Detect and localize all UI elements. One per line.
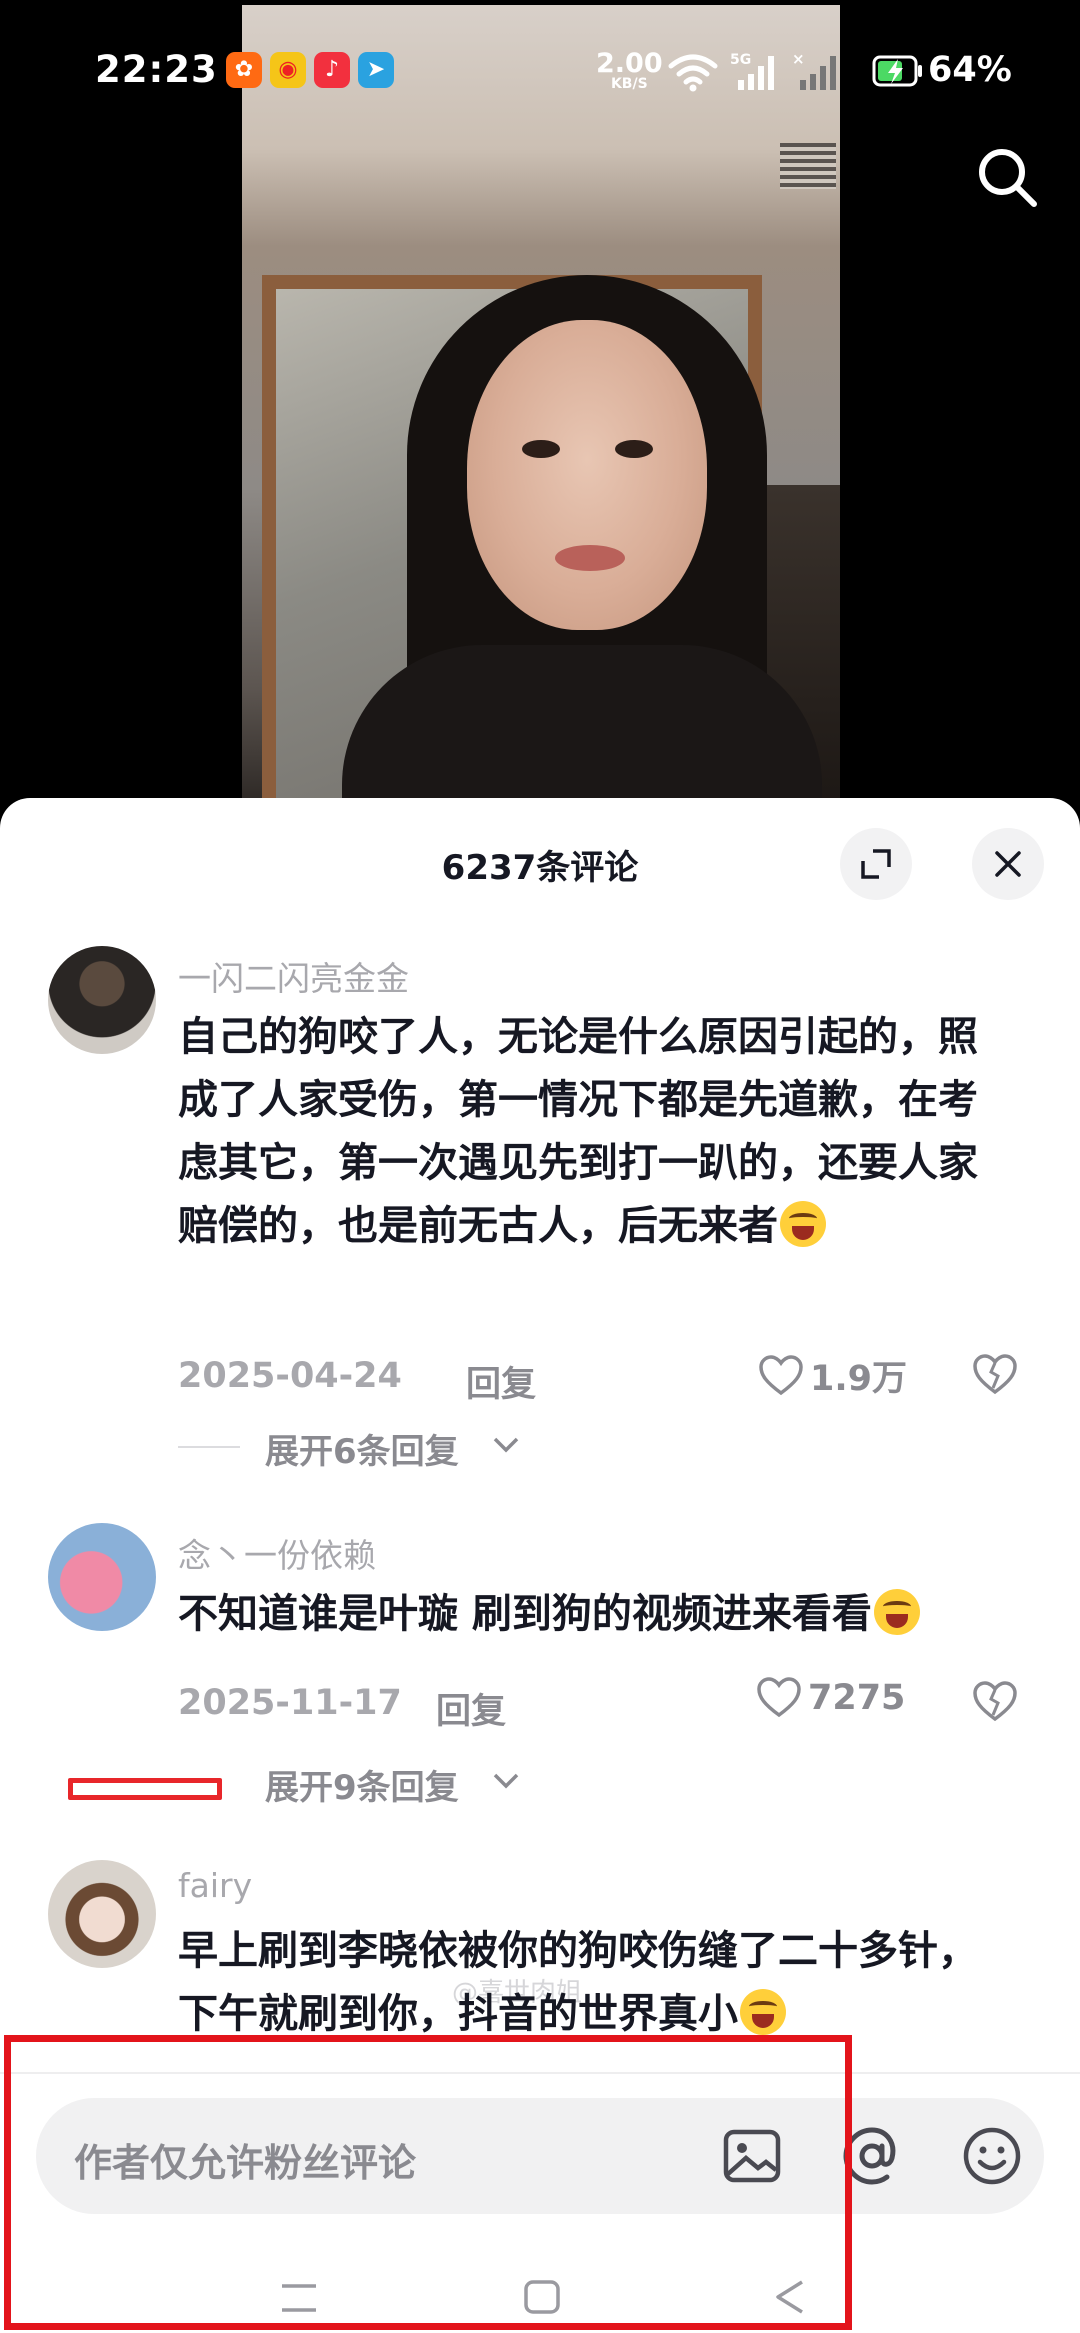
reply-button[interactable]: 回复	[466, 1356, 536, 1407]
comment-text-body: 自己的狗咬了人，无论是什么原因引起的，照成了人家受伤，第一情况下都是先道歉，在考…	[178, 1014, 978, 1249]
status-time: 22:23	[95, 48, 218, 91]
red-annotation-mark	[68, 1778, 222, 1800]
heart-icon	[759, 1354, 803, 1395]
wifi-icon	[668, 54, 718, 92]
close-comments-button[interactable]	[972, 828, 1044, 900]
comment-text: 不知道谁是叶璇 刷到狗的视频进来看看	[178, 1583, 1013, 1646]
comment-username[interactable]: 一闪二闪亮金金	[178, 952, 409, 1000]
avatar[interactable]	[48, 946, 156, 1054]
video-person-face	[467, 320, 707, 630]
expand-replies-button[interactable]: 展开9条回复	[265, 1760, 459, 1809]
notification-app-icons: ✿ ◉ ♪ ➤	[226, 52, 394, 88]
chevron-down-icon[interactable]	[492, 1436, 520, 1454]
video-person-mouth	[555, 545, 625, 571]
video-person-eye	[615, 440, 653, 458]
broken-heart-icon[interactable]	[972, 1354, 1018, 1396]
avatar[interactable]	[48, 1860, 156, 1968]
svg-text:×: ×	[792, 50, 805, 68]
comment-text: 自己的狗咬了人，无论是什么原因引起的，照成了人家受伤，第一情况下都是先道歉，在考…	[178, 1006, 1013, 1258]
battery-percent: 64%	[928, 50, 1012, 90]
video-air-vent	[780, 143, 836, 189]
laughing-crying-emoji-icon	[780, 1201, 826, 1247]
comment-text-body: 不知道谁是叶璇 刷到狗的视频进来看看	[178, 1591, 872, 1637]
taobao-icon: ✿	[226, 52, 262, 88]
comment-username[interactable]: fairy	[178, 1866, 252, 1905]
laughing-crying-emoji-icon	[873, 1589, 920, 1635]
like-count: 1.9万	[810, 1359, 908, 1399]
heart-icon	[757, 1677, 801, 1718]
chevron-down-icon[interactable]	[492, 1772, 520, 1790]
status-bar: 22:23 ✿ ◉ ♪ ➤ 2.00 KB/S 5G × 64%	[0, 0, 1080, 145]
video-person-body	[342, 645, 822, 810]
like-button[interactable]: 7275	[756, 1677, 905, 1719]
emoji-smile-icon[interactable]	[956, 2120, 1028, 2192]
comment-username[interactable]: 念丶一份依赖	[178, 1529, 376, 1577]
svg-text:5G: 5G	[730, 52, 751, 68]
comment-date: 2025-11-17	[178, 1683, 402, 1723]
red-annotation-box	[4, 2035, 852, 2330]
search-icon[interactable]	[972, 142, 1042, 212]
comment-text: 早上刷到李晓依被你的狗咬伤缝了二十多针，下午就刷到你，抖音的世界真小	[178, 1920, 1013, 2046]
reply-button[interactable]: 回复	[436, 1683, 506, 1734]
like-count: 7275	[808, 1678, 906, 1718]
comments-count-title: 6237条评论	[441, 848, 639, 888]
music-icon: ♪	[314, 52, 350, 88]
network-speed: 2.00 KB/S	[596, 50, 663, 91]
expand-replies-divider	[178, 1446, 240, 1448]
battery-icon	[872, 55, 922, 87]
weibo-icon: ◉	[270, 52, 306, 88]
fullscreen-comments-button[interactable]	[840, 828, 912, 900]
expand-icon	[861, 849, 891, 879]
comment-text-body: 早上刷到李晓依被你的狗咬伤缝了二十多针，下午就刷到你，抖音的世界真小	[178, 1928, 978, 2037]
network-speed-value: 2.00	[596, 48, 663, 79]
like-button[interactable]: 1.9万	[758, 1350, 907, 1401]
video-person-eye	[522, 440, 560, 458]
secondary-signal-icon: ×	[792, 50, 836, 90]
comment-date: 2025-04-24	[178, 1356, 402, 1396]
cellular-signal-icon: 5G	[730, 52, 774, 90]
avatar[interactable]	[48, 1523, 156, 1631]
close-icon	[995, 851, 1021, 877]
telegram-icon: ➤	[358, 52, 394, 88]
expand-replies-button[interactable]: 展开6条回复	[265, 1424, 459, 1473]
broken-heart-icon[interactable]	[972, 1681, 1018, 1723]
network-speed-unit: KB/S	[610, 76, 648, 92]
laughing-crying-emoji-icon	[740, 1989, 786, 2035]
